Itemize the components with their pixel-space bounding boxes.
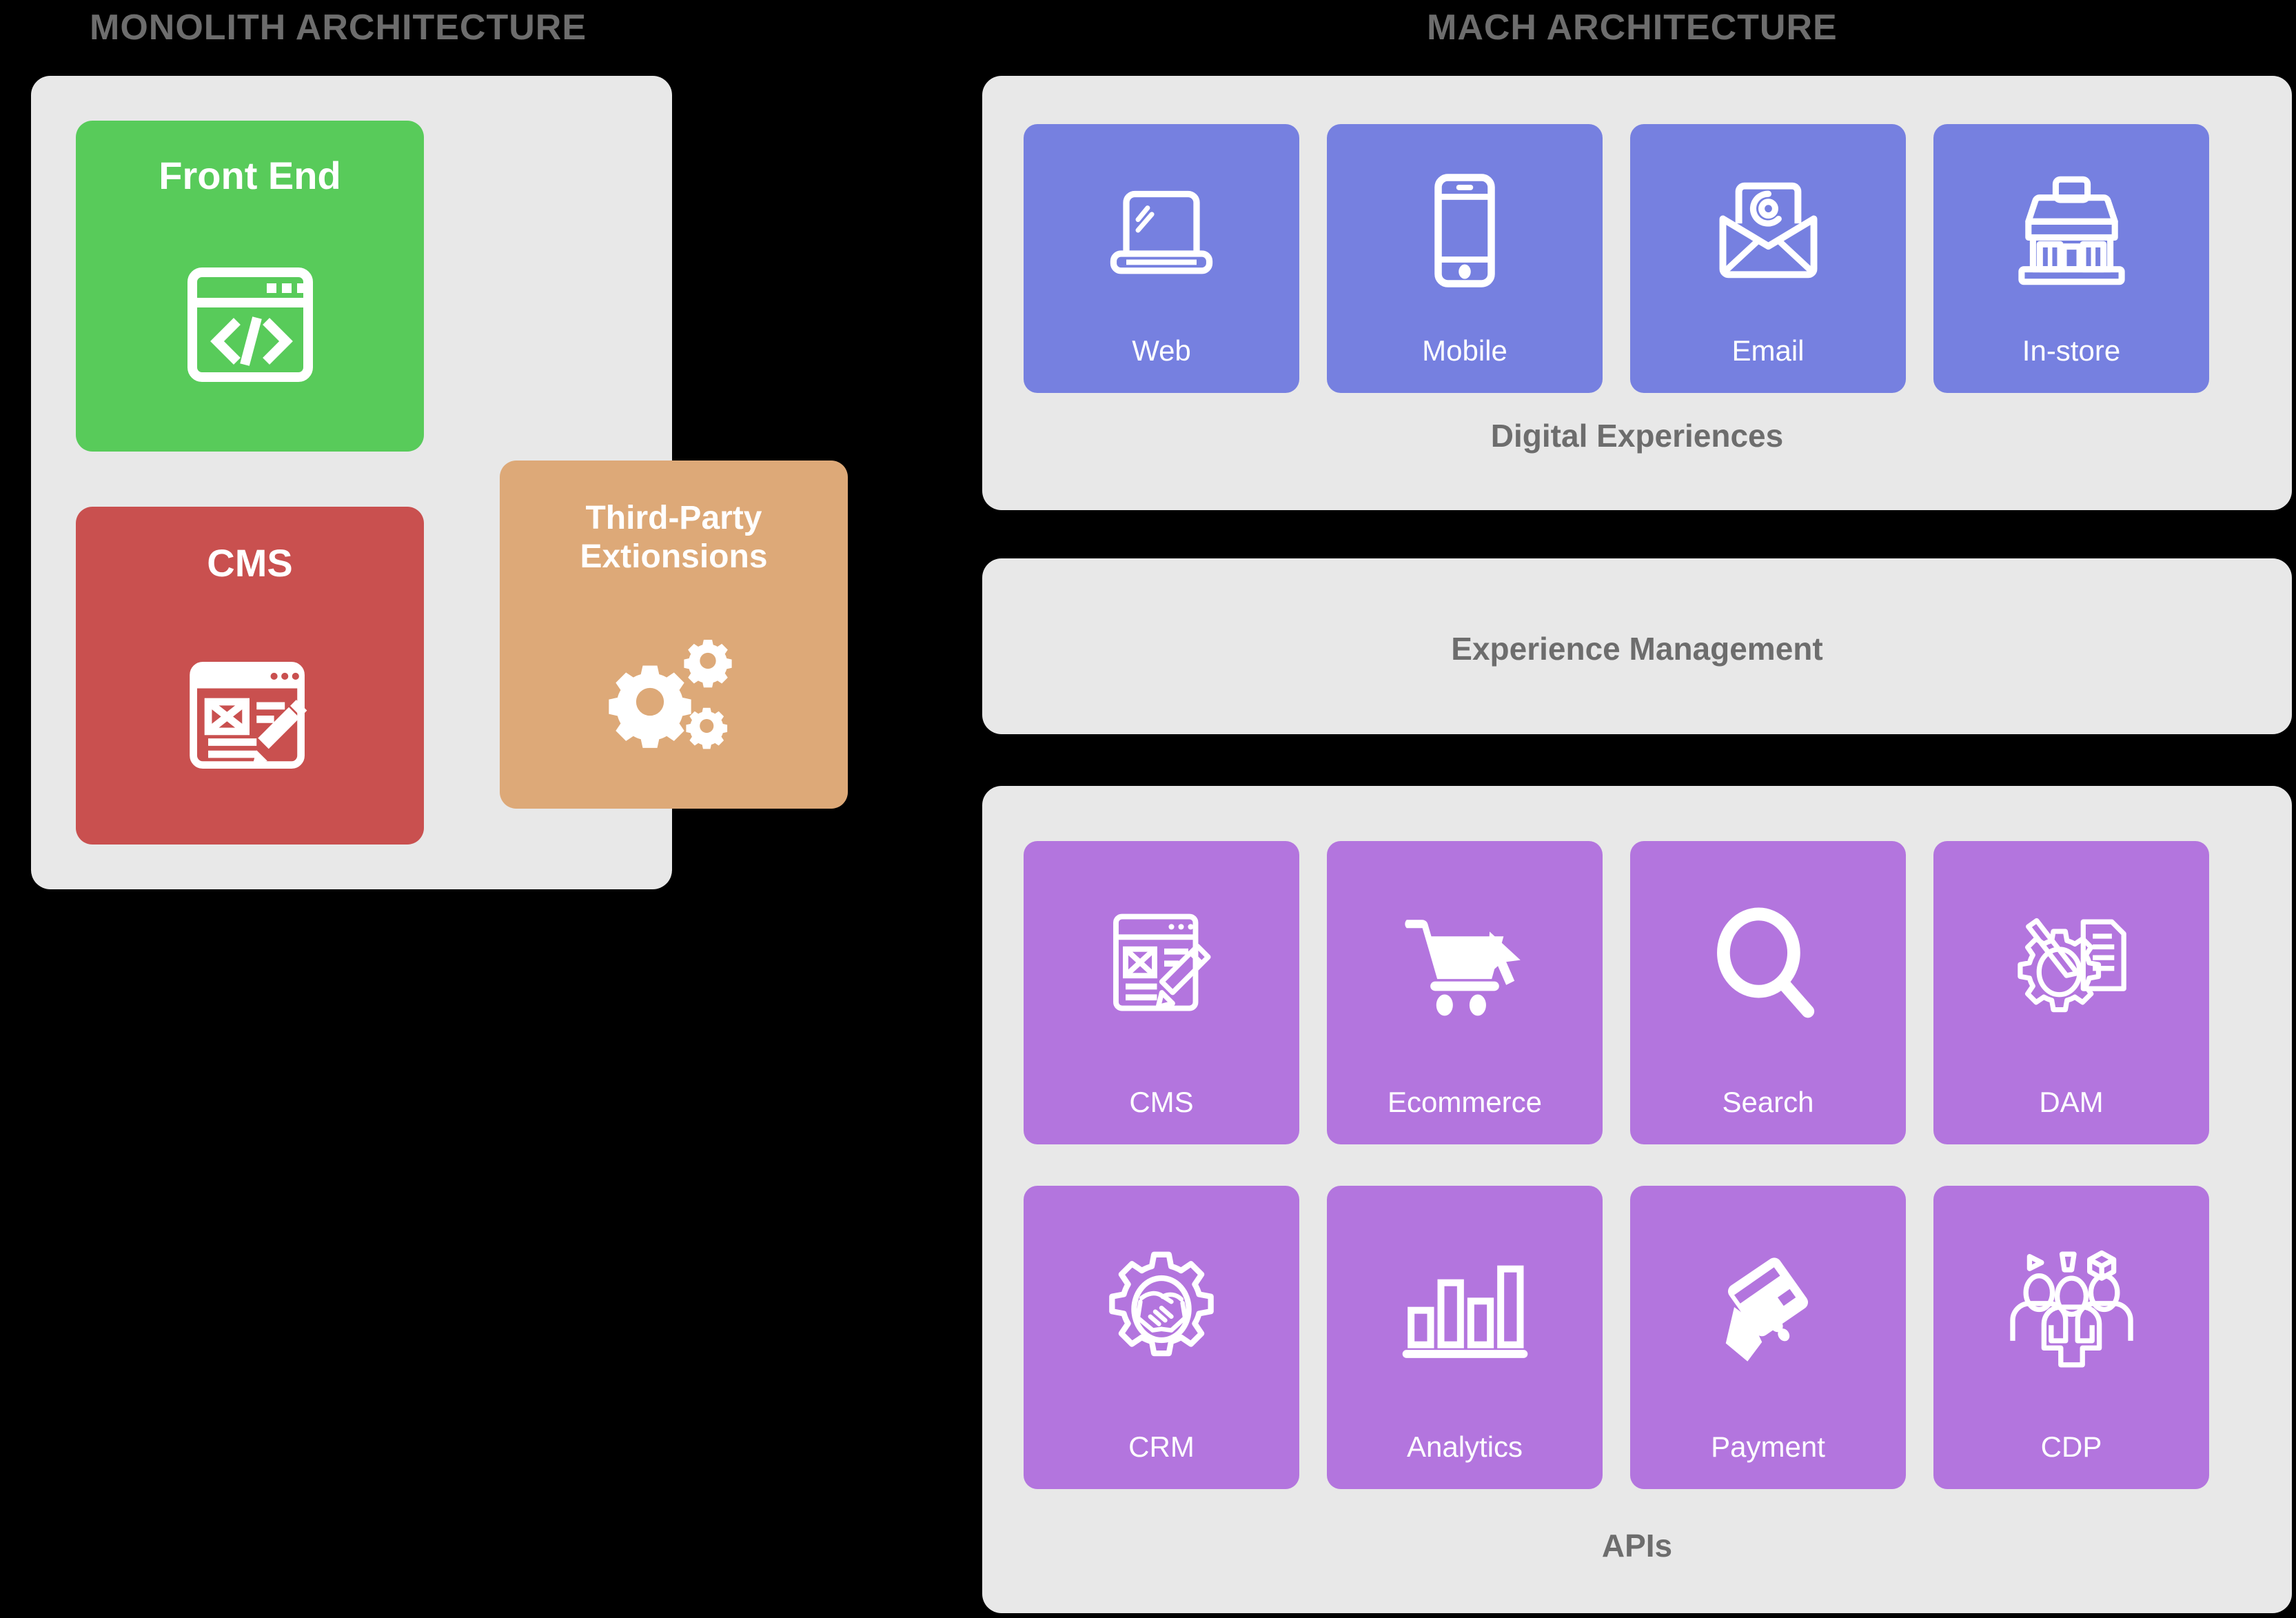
monolith-section-title: MONOLITH ARCHITECTURE bbox=[90, 8, 587, 48]
apis-panel: CMS Ecommerce Search DAM CRM Analytics P… bbox=[982, 786, 2292, 1613]
apis-label: APIs bbox=[1601, 1528, 1673, 1564]
magnifier-icon bbox=[1630, 841, 1906, 1088]
people-group-icon bbox=[1933, 1186, 2209, 1433]
envelope-at-icon bbox=[1630, 124, 1906, 336]
apis-tile-row-2: CRM Analytics Payment CDP bbox=[1024, 1186, 2209, 1489]
tile-cms-label: CMS bbox=[1129, 1086, 1194, 1118]
apis-tile-row-1: CMS Ecommerce Search DAM bbox=[1024, 841, 2209, 1144]
digital-experiences-label: Digital Experiences bbox=[1490, 418, 1784, 454]
storefront-icon bbox=[1933, 124, 2209, 336]
tile-web[interactable]: Web bbox=[1024, 124, 1299, 393]
bar-chart-icon bbox=[1327, 1186, 1603, 1433]
tile-cdp-label: CDP bbox=[2040, 1430, 2102, 1463]
tile-crm-label: CRM bbox=[1128, 1430, 1195, 1463]
tile-payment-label: Payment bbox=[1711, 1430, 1825, 1463]
card-front-end[interactable]: Front End bbox=[76, 121, 424, 452]
tile-payment[interactable]: Payment bbox=[1630, 1186, 1906, 1489]
tile-dam[interactable]: DAM bbox=[1933, 841, 2209, 1144]
experience-management-panel: Experience Management bbox=[982, 558, 2292, 734]
tile-analytics[interactable]: Analytics bbox=[1327, 1186, 1603, 1489]
tile-ecommerce[interactable]: Ecommerce bbox=[1327, 841, 1603, 1144]
tile-cdp[interactable]: CDP bbox=[1933, 1186, 2209, 1489]
content-editor-icon bbox=[1024, 841, 1299, 1088]
smartphone-icon bbox=[1327, 124, 1603, 336]
hand-credit-card-icon bbox=[1630, 1186, 1906, 1433]
tile-email-label: Email bbox=[1731, 334, 1805, 367]
tile-search-label: Search bbox=[1722, 1086, 1814, 1118]
experience-management-label: Experience Management bbox=[1451, 631, 1823, 667]
card-front-end-label: Front End bbox=[159, 154, 341, 197]
content-editor-icon bbox=[76, 586, 424, 845]
gears-icon bbox=[500, 576, 848, 809]
tile-web-label: Web bbox=[1132, 334, 1191, 367]
card-third-party-extensions[interactable]: Third-Party Extionsions bbox=[500, 461, 848, 809]
card-cms[interactable]: CMS bbox=[76, 507, 424, 845]
tile-dam-label: DAM bbox=[2039, 1086, 2104, 1118]
card-cms-label: CMS bbox=[207, 541, 293, 585]
mach-section-title: MACH ARCHITECTURE bbox=[1427, 8, 1838, 48]
tile-in-store[interactable]: In-store bbox=[1933, 124, 2209, 393]
tile-in-store-label: In-store bbox=[2022, 334, 2121, 367]
digital-experiences-panel: Web Mobile Email In-store Digital Experi… bbox=[982, 76, 2292, 510]
tile-ecommerce-label: Ecommerce bbox=[1387, 1086, 1543, 1118]
tile-email[interactable]: Email bbox=[1630, 124, 1906, 393]
card-third-party-label: Third-Party Extionsions bbox=[580, 500, 768, 575]
laptop-icon bbox=[1024, 124, 1299, 336]
digital-experiences-tile-row: Web Mobile Email In-store bbox=[1024, 124, 2209, 393]
tile-mobile-label: Mobile bbox=[1422, 334, 1507, 367]
code-window-icon bbox=[76, 199, 424, 452]
tile-cms[interactable]: CMS bbox=[1024, 841, 1299, 1144]
gear-pencil-document-icon bbox=[1933, 841, 2209, 1088]
tile-crm[interactable]: CRM bbox=[1024, 1186, 1299, 1489]
tile-analytics-label: Analytics bbox=[1406, 1430, 1523, 1463]
tile-search[interactable]: Search bbox=[1630, 841, 1906, 1144]
tile-mobile[interactable]: Mobile bbox=[1327, 124, 1603, 393]
gear-handshake-icon bbox=[1024, 1186, 1299, 1433]
shopping-cart-cursor-icon bbox=[1327, 841, 1603, 1088]
